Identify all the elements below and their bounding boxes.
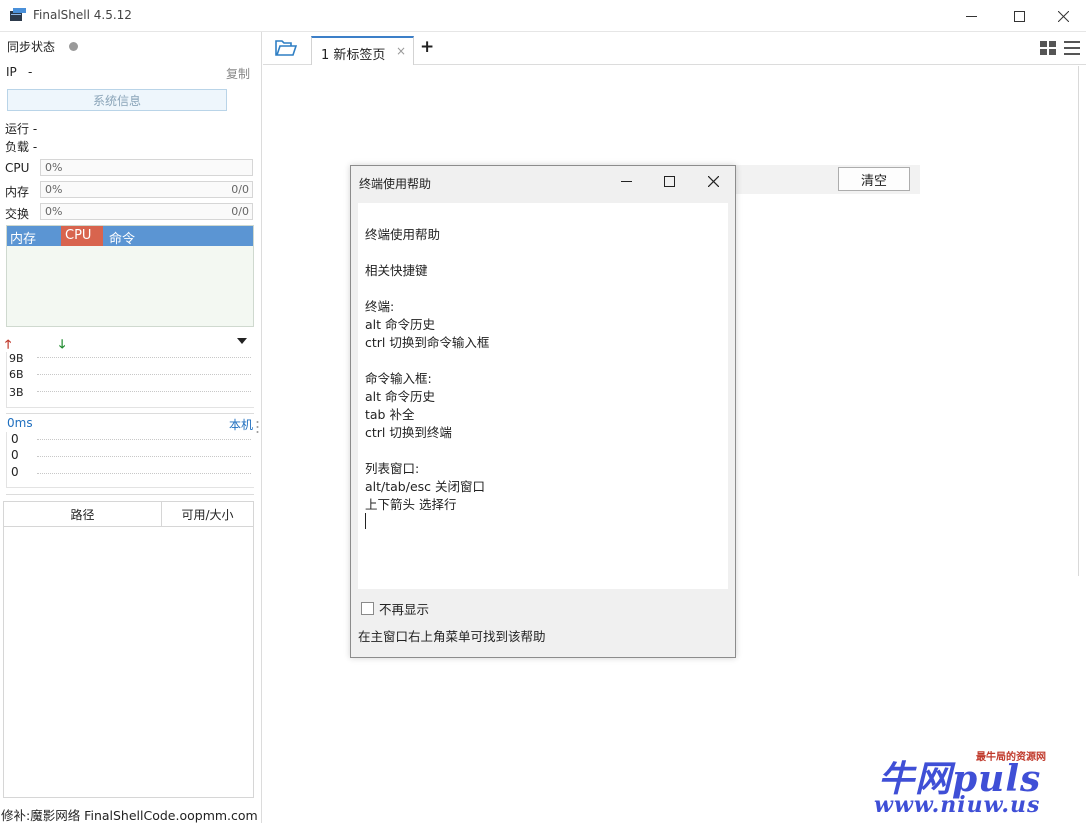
gridline: [37, 456, 251, 457]
network-tick: 9B: [9, 352, 24, 365]
help-line: 命令输入框:: [365, 371, 432, 386]
sync-status-dot: [69, 42, 78, 51]
memory-meter-label: 内存: [5, 185, 30, 199]
open-folder-icon[interactable]: [275, 40, 297, 56]
checkbox-box[interactable]: [361, 602, 374, 615]
close-icon: [707, 175, 719, 187]
help-line: 终端:: [365, 299, 395, 314]
file-system-table[interactable]: 路径 可用/大小: [3, 501, 254, 798]
minimize-icon: [620, 180, 632, 182]
tab-close-icon[interactable]: ×: [396, 44, 406, 58]
memory-meter: 0% 0/0: [40, 181, 253, 198]
watermark-logo: 牛网puls 最牛局的资源网 www.niuw.us: [872, 748, 1072, 818]
process-tab-command[interactable]: 命令: [109, 228, 135, 247]
column-header-size[interactable]: 可用/大小: [162, 502, 253, 527]
swap-meter-label: 交换: [5, 207, 30, 221]
dialog-close-button[interactable]: [692, 166, 734, 196]
dialog-title: 终端使用帮助: [359, 177, 432, 191]
ping-host-link[interactable]: 本机: [229, 416, 253, 433]
ping-latency-label: 0ms: [7, 416, 33, 430]
help-line: 列表窗口:: [365, 461, 420, 476]
divider: [6, 494, 254, 495]
network-tick: 6B: [9, 368, 24, 381]
divider: [1078, 66, 1079, 576]
help-line: alt 命令历史: [365, 389, 436, 404]
resize-handle-icon[interactable]: [256, 420, 259, 434]
memory-meter-percent: 0%: [45, 183, 63, 196]
text-caret: [365, 513, 366, 529]
help-line: alt/tab/esc 关闭窗口: [365, 479, 486, 494]
title-bar: FinalShell 4.5.12: [0, 0, 1086, 32]
tab-label: 1 新标签页: [321, 48, 386, 63]
close-button[interactable]: [1040, 0, 1086, 32]
uptime-label: 运行 -: [5, 122, 38, 136]
cpu-meter-label: CPU: [5, 161, 30, 175]
swap-meter-count: 0/0: [231, 205, 249, 218]
ping-graph: 0 0 0: [6, 432, 254, 488]
clear-button[interactable]: 清空: [838, 167, 910, 191]
gridline: [37, 391, 251, 392]
help-line: 相关快捷键: [365, 263, 428, 278]
swap-meter-percent: 0%: [45, 205, 63, 218]
memory-meter-count: 0/0: [231, 183, 249, 196]
maximize-icon: [663, 175, 675, 187]
close-icon: [1057, 10, 1069, 22]
gridline: [37, 357, 251, 358]
footer-credit: 修补:魔影网络 FinalShellCode.oopmm.com: [1, 808, 258, 823]
window-title: FinalShell 4.5.12: [33, 8, 132, 22]
process-list-header: 内存 CPU 命令: [7, 226, 253, 247]
divider: [6, 413, 254, 414]
help-line: 终端使用帮助: [365, 227, 441, 242]
copy-ip-link[interactable]: 复制: [226, 65, 250, 82]
maximize-icon: [1013, 10, 1025, 22]
dialog-minimize-button[interactable]: [605, 166, 647, 196]
gridline: [37, 374, 251, 375]
network-tick: 3B: [9, 386, 24, 399]
maximize-button[interactable]: [996, 0, 1042, 32]
help-text-area[interactable]: 终端使用帮助 相关快捷键 终端: alt 命令历史 ctrl 切换到命令输入框 …: [358, 203, 728, 589]
gridline: [37, 439, 251, 440]
help-dialog: 终端使用帮助 终端使用帮助 相关快捷键 终端: alt 命令历史 ctrl 切换…: [350, 165, 736, 658]
layout-grid-icon[interactable]: [1040, 41, 1056, 55]
watermark-url: www.niuw.us: [874, 792, 1041, 818]
cpu-meter-percent: 0%: [45, 161, 63, 174]
process-tab-cpu[interactable]: CPU: [61, 226, 103, 246]
dialog-maximize-button[interactable]: [648, 166, 690, 196]
menu-icon[interactable]: [1064, 41, 1080, 55]
help-line: alt 命令历史: [365, 317, 436, 332]
network-graph: 9B 6B 3B: [6, 352, 254, 408]
sidebar: 同步状态 IP - 复制 系统信息 运行 - 负载 - CPU 0% 内存 0%…: [0, 32, 262, 823]
app-logo-icon: [10, 8, 26, 21]
process-tab-memory[interactable]: 内存: [10, 228, 36, 247]
ping-tick: 0: [11, 432, 19, 446]
dont-show-again-checkbox[interactable]: 不再显示: [361, 599, 429, 618]
add-tab-button[interactable]: +: [420, 37, 434, 57]
minimize-icon: [965, 15, 977, 17]
sysinfo-button[interactable]: 系统信息: [7, 89, 227, 111]
checkbox-label: 不再显示: [379, 602, 430, 617]
help-line: tab 补全: [365, 407, 415, 422]
ping-tick: 0: [11, 448, 19, 462]
process-list[interactable]: 内存 CPU 命令: [6, 225, 254, 327]
load-label: 负载 -: [5, 140, 38, 154]
help-line: ctrl 切换到终端: [365, 425, 452, 440]
ping-tick: 0: [11, 465, 19, 479]
dialog-footer-note: 在主窗口右上角菜单可找到该帮助: [358, 629, 546, 644]
ip-value: -: [28, 65, 33, 79]
help-line: 上下箭头 选择行: [365, 497, 457, 512]
tab-new[interactable]: 1 新标签页 ×: [311, 36, 414, 65]
help-line: ctrl 切换到命令输入框: [365, 335, 490, 350]
cpu-meter: 0%: [40, 159, 253, 176]
sync-status-label: 同步状态: [7, 40, 56, 54]
swap-meter: 0% 0/0: [40, 203, 253, 220]
network-interface-dropdown-icon[interactable]: [237, 338, 247, 344]
gridline: [37, 473, 251, 474]
column-header-path[interactable]: 路径: [4, 502, 162, 527]
watermark-tagline: 最牛局的资源网: [976, 752, 1046, 763]
minimize-button[interactable]: [948, 0, 994, 32]
ip-label: IP: [6, 65, 17, 79]
tab-bar: 1 新标签页 × +: [263, 32, 1086, 65]
